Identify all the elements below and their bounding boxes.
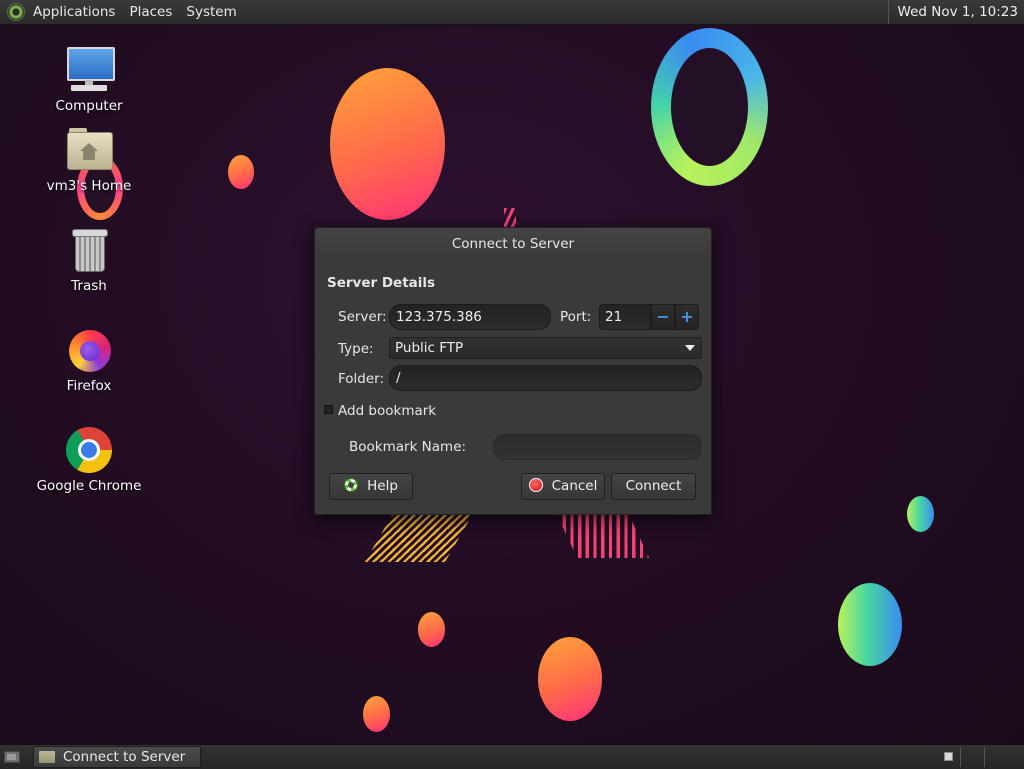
dialog-title-bar[interactable]: Connect to Server (315, 228, 711, 260)
type-label: Type: (338, 341, 374, 357)
bookmark-name-input[interactable] (493, 434, 702, 460)
connect-to-server-dialog: Connect to Server Server Details Server:… (314, 227, 712, 515)
wallpaper-orb (330, 68, 445, 220)
bookmark-name-label: Bookmark Name: (349, 439, 467, 455)
panel-clock[interactable]: Wed Nov 1, 10:23 (887, 0, 1024, 24)
taskbar-item-label: Connect to Server (63, 749, 186, 765)
cancel-icon (528, 478, 543, 492)
menu-system[interactable]: System (186, 4, 236, 20)
help-button-label: Help (367, 478, 398, 494)
top-panel: Applications Places System Wed Nov 1, 10… (0, 0, 1024, 25)
wallpaper-orb (907, 496, 934, 532)
type-selected-value: Public FTP (395, 340, 464, 356)
desktop-icon-label: vm3's Home (46, 178, 132, 194)
add-bookmark-checkbox[interactable] (324, 405, 333, 414)
type-dropdown[interactable]: Public FTP (389, 337, 702, 359)
folder-label: Folder: (338, 371, 385, 387)
dropdown-arrow-icon (685, 345, 695, 351)
wallpaper-orb (363, 696, 390, 732)
help-lifebuoy-icon (344, 478, 359, 492)
add-bookmark-label[interactable]: Add bookmark (338, 403, 436, 419)
folder-input[interactable] (389, 365, 702, 391)
cancel-button-label: Cancel (551, 478, 598, 494)
workspace-switcher-2[interactable] (960, 747, 983, 767)
trash-icon (65, 226, 113, 274)
workspace-switcher-1[interactable] (944, 752, 953, 761)
port-label: Port: (560, 309, 592, 325)
home-folder-icon (65, 126, 113, 174)
desktop-icon-label: Firefox (66, 378, 112, 394)
wallpaper-stripes (504, 208, 516, 228)
port-input[interactable] (599, 304, 651, 330)
section-header-server-details: Server Details (327, 275, 436, 291)
computer-icon (65, 46, 115, 94)
workspace-switcher-3[interactable] (984, 747, 1007, 767)
menu-applications[interactable]: Applications (33, 4, 115, 20)
wallpaper-ring (651, 28, 768, 186)
cancel-button[interactable]: Cancel (521, 473, 605, 500)
desktop-icon-label: Trash (71, 278, 107, 294)
port-decrement-button[interactable]: − (651, 304, 675, 330)
wallpaper-stripes (364, 510, 476, 562)
desktop-icon-firefox[interactable]: Firefox (29, 326, 149, 394)
server-label: Server: (338, 309, 387, 325)
show-desktop-icon[interactable] (3, 748, 21, 765)
desktop-icon-label: Google Chrome (36, 478, 142, 494)
distro-logo-icon[interactable] (7, 3, 25, 21)
taskbar-item-connect-to-server[interactable]: Connect to Server (33, 746, 201, 768)
desktop-icon-label: Computer (55, 98, 123, 114)
desktop-icon-chrome[interactable]: Google Chrome (29, 426, 149, 494)
window-folder-icon (39, 751, 55, 763)
firefox-icon (65, 326, 113, 374)
desktop-icon-trash[interactable]: Trash (29, 226, 149, 294)
desktop-icon-computer[interactable]: Computer (29, 46, 149, 114)
menu-places[interactable]: Places (129, 4, 172, 20)
port-increment-button[interactable]: + (675, 304, 699, 330)
desktop-icon-home[interactable]: vm3's Home (29, 126, 149, 194)
chrome-icon (65, 426, 113, 474)
wallpaper-orb (838, 583, 902, 666)
wallpaper-orb (418, 612, 445, 647)
wallpaper-orb (538, 637, 602, 721)
bottom-panel: Connect to Server (0, 744, 1024, 769)
wallpaper-stripes (554, 510, 650, 558)
server-input[interactable] (389, 304, 551, 330)
help-button[interactable]: Help (329, 473, 413, 500)
connect-button[interactable]: Connect (611, 473, 696, 500)
wallpaper-orb (228, 155, 254, 189)
